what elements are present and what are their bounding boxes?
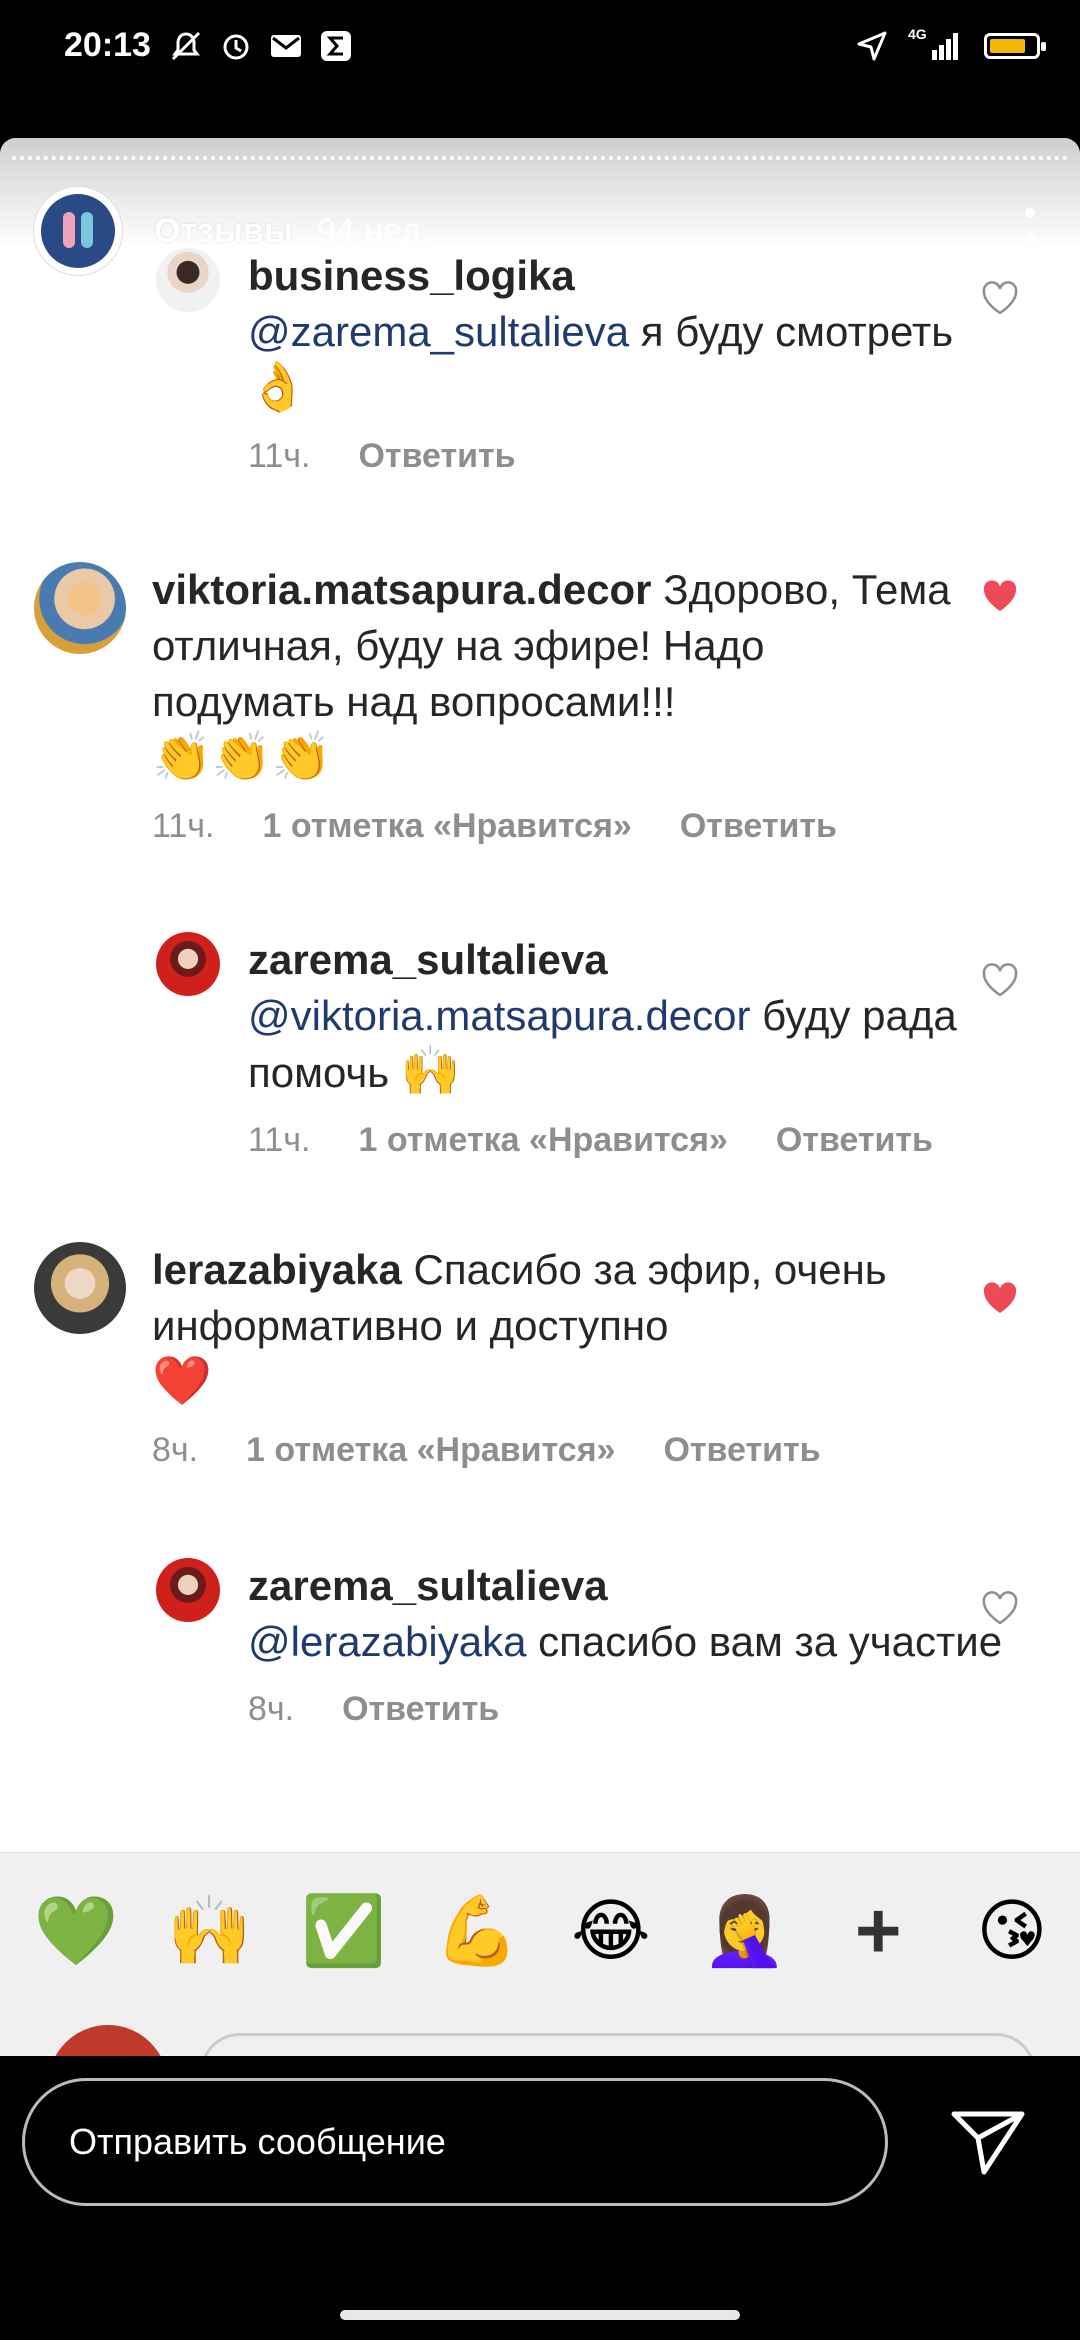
comment-emoji: 🙌 bbox=[400, 1045, 461, 1098]
comment-mention[interactable]: @lerazabiyaka bbox=[248, 1618, 526, 1665]
reaction-check-mark[interactable]: ✅ bbox=[301, 1889, 386, 1973]
story-title[interactable]: Отзывы bbox=[154, 212, 293, 251]
reply-button[interactable]: Ответить bbox=[680, 807, 837, 846]
comment-text: zarema_sultalieva @viktoria.matsapura.de… bbox=[248, 932, 1008, 1101]
reaction-blowing-kiss[interactable]: 😘 bbox=[970, 1889, 1054, 1973]
comment-text: lerazabiyaka Спасибо за эфир, очень инфо… bbox=[152, 1242, 952, 1411]
emoji-reaction-bar: 💚 🙌 ✅ 💪 😂 🤦‍♀️ + 😘 bbox=[0, 1852, 1080, 2056]
reply-button[interactable]: Ответить bbox=[342, 1690, 499, 1729]
comment-time: 11ч. bbox=[248, 1121, 311, 1159]
heart-outline-icon[interactable] bbox=[980, 962, 1020, 998]
comment-meta: 8ч. Ответить bbox=[248, 1690, 1008, 1729]
status-left-icons bbox=[168, 28, 354, 64]
likes-count[interactable]: 1 отметка «Нравится» bbox=[358, 1121, 727, 1160]
avatar[interactable] bbox=[156, 248, 220, 312]
story-progress-bar bbox=[12, 156, 1068, 166]
status-bar: 20:13 4G bbox=[0, 0, 1080, 96]
reaction-flexed-biceps[interactable]: 💪 bbox=[435, 1889, 520, 1973]
home-indicator[interactable] bbox=[340, 2310, 740, 2320]
avatar[interactable] bbox=[156, 1558, 220, 1622]
comment-item: lerazabiyaka Спасибо за эфир, очень инфо… bbox=[34, 1242, 1080, 1470]
reply-button[interactable]: Ответить bbox=[358, 437, 515, 476]
reaction-raised-hands[interactable]: 🙌 bbox=[167, 1889, 252, 1973]
comment-username[interactable]: zarema_sultalieva bbox=[248, 1562, 608, 1609]
comment-body: спасибо вам за участие bbox=[526, 1618, 1003, 1665]
comment-text: business_logika @zarema_sultalieva я буд… bbox=[248, 248, 988, 417]
comment-meta: 11ч. 1 отметка «Нравится» Ответить bbox=[248, 1121, 1008, 1160]
comment-item: business_logika @zarema_sultalieva я буд… bbox=[156, 248, 1080, 476]
comment-meta: 11ч. 1 отметка «Нравится» Ответить bbox=[152, 807, 952, 846]
plus-icon[interactable]: + bbox=[836, 1889, 920, 1973]
reply-button[interactable]: Ответить bbox=[663, 1431, 820, 1470]
reaction-facepalm[interactable]: 🤦‍♀️ bbox=[702, 1889, 787, 1973]
comment-body: я буду смотреть bbox=[629, 308, 954, 355]
mute-bell-icon bbox=[168, 28, 204, 64]
story-author-avatar[interactable] bbox=[34, 187, 122, 275]
battery-icon bbox=[984, 33, 1046, 59]
sigma-app-icon bbox=[318, 28, 354, 64]
heart-filled-icon[interactable] bbox=[980, 1280, 1020, 1316]
comment-time: 8ч. bbox=[152, 1431, 199, 1469]
likes-count[interactable]: 1 отметка «Нравится» bbox=[246, 1431, 615, 1470]
comment-username[interactable]: viktoria.matsapura.decor bbox=[152, 566, 652, 613]
avatar[interactable] bbox=[34, 1242, 126, 1334]
comment-time: 11ч. bbox=[248, 437, 311, 475]
avatar bbox=[48, 2025, 168, 2056]
comment-mention[interactable]: @zarema_sultalieva bbox=[248, 308, 629, 355]
send-message-input[interactable]: Отправить сообщение bbox=[22, 2078, 888, 2206]
status-right-icons: 4G bbox=[854, 26, 1046, 64]
comment-time: 11ч. bbox=[152, 807, 215, 845]
story-time: 94 нед. bbox=[316, 211, 431, 250]
alarm-icon bbox=[218, 28, 254, 64]
location-arrow-icon bbox=[854, 28, 890, 64]
send-message-placeholder: Отправить сообщение bbox=[69, 2121, 446, 2162]
reaction-tears-of-joy[interactable]: 😂 bbox=[569, 1889, 653, 1973]
likes-count[interactable]: 1 отметка «Нравится» bbox=[262, 807, 631, 846]
comment-username[interactable]: zarema_sultalieva bbox=[248, 936, 608, 983]
heart-outline-icon[interactable] bbox=[980, 280, 1020, 316]
comment-meta: 8ч. 1 отметка «Нравится» Ответить bbox=[152, 1431, 952, 1470]
emoji-reaction-row: 💚 🙌 ✅ 💪 😂 🤦‍♀️ + 😘 bbox=[34, 1889, 1054, 1973]
comment-text: viktoria.matsapura.decor Здорово, Тема о… bbox=[152, 562, 952, 787]
heart-filled-icon[interactable] bbox=[980, 578, 1020, 614]
comment-username[interactable]: lerazabiyaka bbox=[152, 1246, 402, 1293]
comment-emoji: ❤️ bbox=[152, 1355, 212, 1408]
reply-button[interactable]: Ответить bbox=[776, 1121, 933, 1160]
comment-emoji: 👌 bbox=[248, 361, 308, 414]
comment-meta: 11ч. Ответить bbox=[248, 437, 988, 476]
comment-username[interactable]: business_logika bbox=[248, 252, 575, 299]
comment-mention[interactable]: @viktoria.matsapura.decor bbox=[248, 992, 751, 1039]
battery-level bbox=[990, 39, 1026, 53]
comment-text: zarema_sultalieva @lerazabiyaka спасибо … bbox=[248, 1558, 1008, 1670]
comment-item: zarema_sultalieva @viktoria.matsapura.de… bbox=[156, 932, 1080, 1160]
avatar[interactable] bbox=[156, 932, 220, 996]
heart-outline-icon[interactable] bbox=[980, 1590, 1020, 1626]
comment-item: zarema_sultalieva @lerazabiyaka спасибо … bbox=[156, 1558, 1080, 1729]
avatar[interactable] bbox=[34, 562, 126, 654]
comment-item: viktoria.matsapura.decor Здорово, Тема о… bbox=[34, 562, 1080, 846]
comment-time: 8ч. bbox=[248, 1690, 295, 1728]
comment-input-preview bbox=[200, 2033, 1036, 2056]
comment-emoji: 👏👏👏 bbox=[152, 731, 332, 784]
reaction-green-heart[interactable]: 💚 bbox=[34, 1889, 119, 1973]
signal-icon: 4G bbox=[908, 26, 966, 62]
gmail-icon bbox=[268, 28, 304, 64]
status-time: 20:13 bbox=[64, 26, 151, 64]
send-arrow-icon[interactable] bbox=[948, 2108, 1028, 2178]
story-view[interactable]: Отзывы 94 нед. business_logika @zarema_s… bbox=[0, 138, 1080, 2056]
